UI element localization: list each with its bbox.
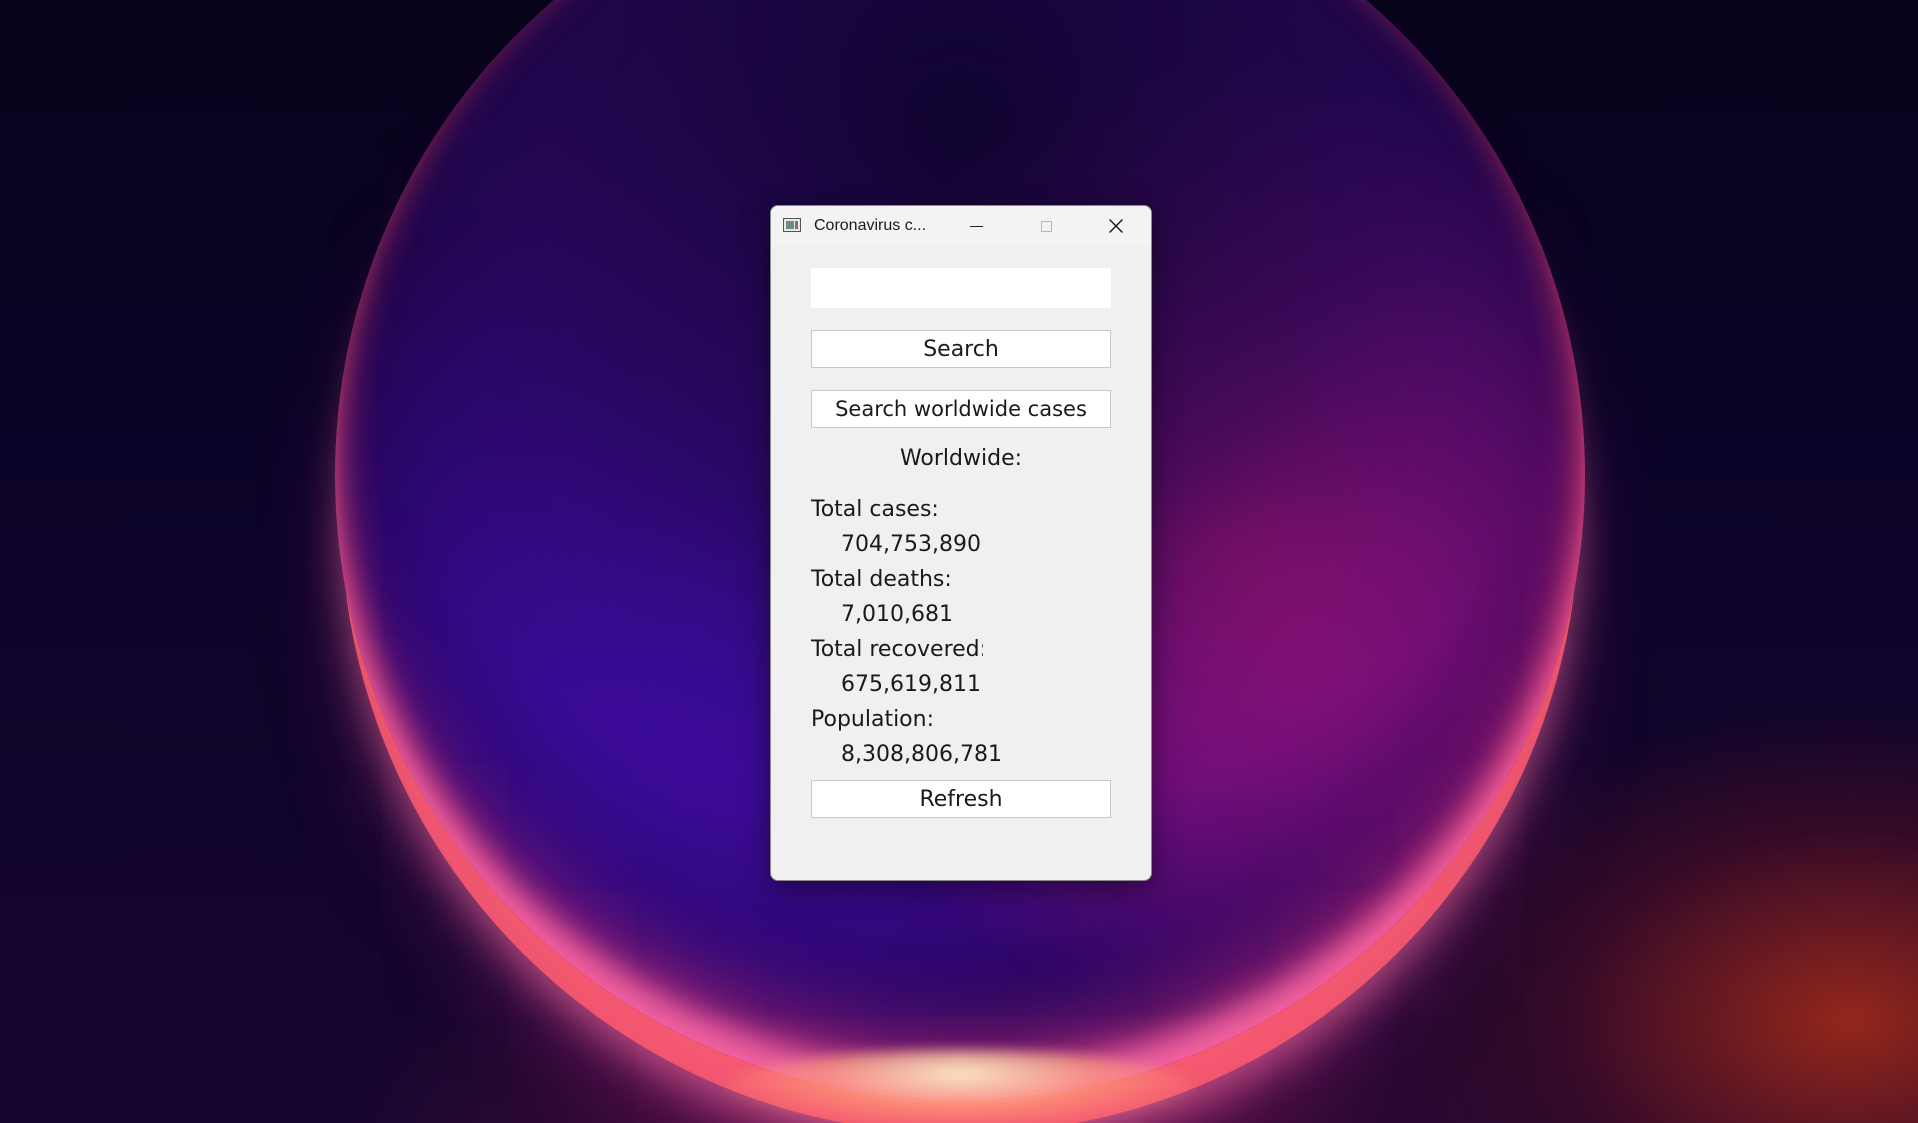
country-search-input[interactable] — [811, 268, 1111, 308]
total-cases-value: 704,753,890 — [841, 532, 981, 557]
window-title: Coronavirus c... — [814, 217, 927, 234]
search-worldwide-button[interactable]: Search worldwide cases — [811, 390, 1111, 428]
maximize-button[interactable] — [1016, 206, 1076, 246]
total-recovered-value: 675,619,811 — [841, 672, 981, 697]
population-label: Population: — [811, 707, 934, 732]
minimize-icon — [969, 225, 983, 227]
total-recovered-label: Total recovered: — [811, 637, 983, 662]
total-deaths-label: Total deaths: — [811, 567, 952, 592]
worldwide-heading: Worldwide: — [899, 446, 1023, 471]
wallpaper-orb-highlight — [720, 1050, 1200, 1123]
population-value: 8,308,806,781 — [841, 742, 1002, 767]
minimize-button[interactable] — [946, 206, 1006, 246]
maximize-icon — [1040, 220, 1052, 232]
close-button[interactable] — [1086, 206, 1146, 246]
app-window: Coronavirus c... Search Search worldwide… — [770, 205, 1152, 881]
app-window-icon — [783, 218, 801, 232]
total-cases-label: Total cases: — [811, 497, 939, 522]
search-button[interactable]: Search — [811, 330, 1111, 368]
close-icon — [1109, 219, 1123, 233]
title-bar[interactable]: Coronavirus c... — [771, 206, 1151, 246]
total-deaths-value: 7,010,681 — [841, 602, 953, 627]
refresh-button[interactable]: Refresh — [811, 780, 1111, 818]
